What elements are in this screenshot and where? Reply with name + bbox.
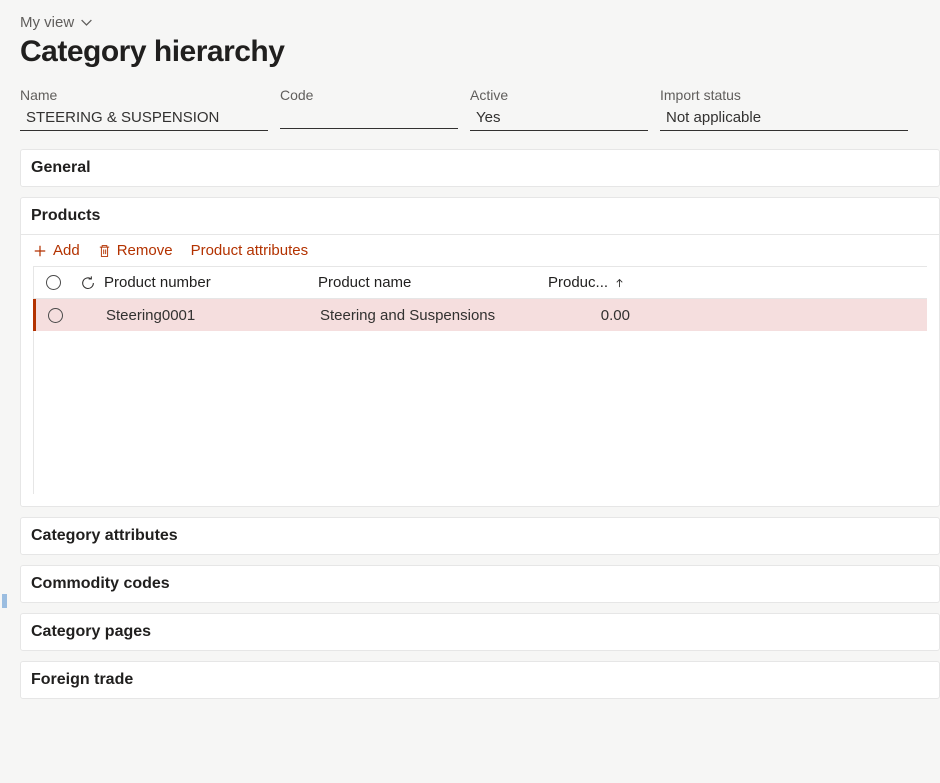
section-general: General [20, 149, 940, 187]
header-fields: Name STEERING & SUSPENSION Code Active Y… [20, 87, 940, 131]
section-category-pages-header[interactable]: Category pages [21, 614, 939, 650]
chevron-down-icon [80, 16, 93, 29]
refresh-icon [80, 275, 96, 291]
row-select-radio[interactable] [36, 308, 74, 323]
view-selector[interactable]: My view [20, 14, 93, 33]
section-products-header[interactable]: Products [21, 198, 939, 235]
left-focus-bar [2, 594, 7, 608]
products-grid: Product number Product name Produc... x … [33, 266, 927, 494]
remove-button[interactable]: Remove [98, 242, 173, 259]
page-title: Category hierarchy [20, 35, 940, 69]
select-all-radio[interactable] [34, 275, 72, 290]
cell-product-number: Steering0001 [106, 307, 320, 324]
add-button-label: Add [53, 242, 80, 259]
product-attributes-button[interactable]: Product attributes [191, 242, 309, 259]
section-general-header[interactable]: General [21, 150, 939, 186]
products-toolbar: Add Remove Product attributes [21, 235, 939, 266]
table-row[interactable]: x Steering0001 Steering and Suspensions … [33, 299, 927, 331]
section-foreign-trade: Foreign trade [20, 661, 940, 699]
field-name-label: Name [20, 87, 268, 103]
field-name-input[interactable]: STEERING & SUSPENSION [20, 107, 268, 131]
col-product-sortable[interactable]: Produc... [548, 274, 628, 291]
section-products: Products Add Remove Product attributes [20, 197, 940, 507]
section-category-pages: Category pages [20, 613, 940, 651]
section-foreign-trade-header[interactable]: Foreign trade [21, 662, 939, 698]
refresh-button[interactable] [72, 275, 104, 291]
cell-product-name: Steering and Suspensions [320, 307, 550, 324]
field-active-input[interactable]: Yes [470, 107, 648, 131]
remove-button-label: Remove [117, 242, 173, 259]
cell-product-value: 0.00 [550, 307, 630, 324]
plus-icon [33, 244, 47, 258]
view-selector-label: My view [20, 14, 74, 31]
field-code-input[interactable] [280, 107, 458, 129]
section-commodity-codes: Commodity codes [20, 565, 940, 603]
add-button[interactable]: Add [33, 242, 80, 259]
field-code-label: Code [280, 87, 458, 103]
col-product-name[interactable]: Product name [318, 274, 548, 291]
radio-icon [48, 308, 63, 323]
col-product-label: Produc... [548, 274, 608, 291]
field-import-input[interactable]: Not applicable [660, 107, 908, 131]
col-product-number[interactable]: Product number [104, 274, 318, 291]
sort-arrow-up-icon [614, 274, 625, 291]
field-active-label: Active [470, 87, 648, 103]
field-import-label: Import status [660, 87, 908, 103]
grid-header-row: Product number Product name Produc... [34, 267, 927, 299]
section-category-attributes: Category attributes [20, 517, 940, 555]
product-attributes-label: Product attributes [191, 242, 309, 259]
section-commodity-codes-header[interactable]: Commodity codes [21, 566, 939, 602]
section-category-attributes-header[interactable]: Category attributes [21, 518, 939, 554]
trash-icon [98, 244, 111, 258]
radio-icon [46, 275, 61, 290]
